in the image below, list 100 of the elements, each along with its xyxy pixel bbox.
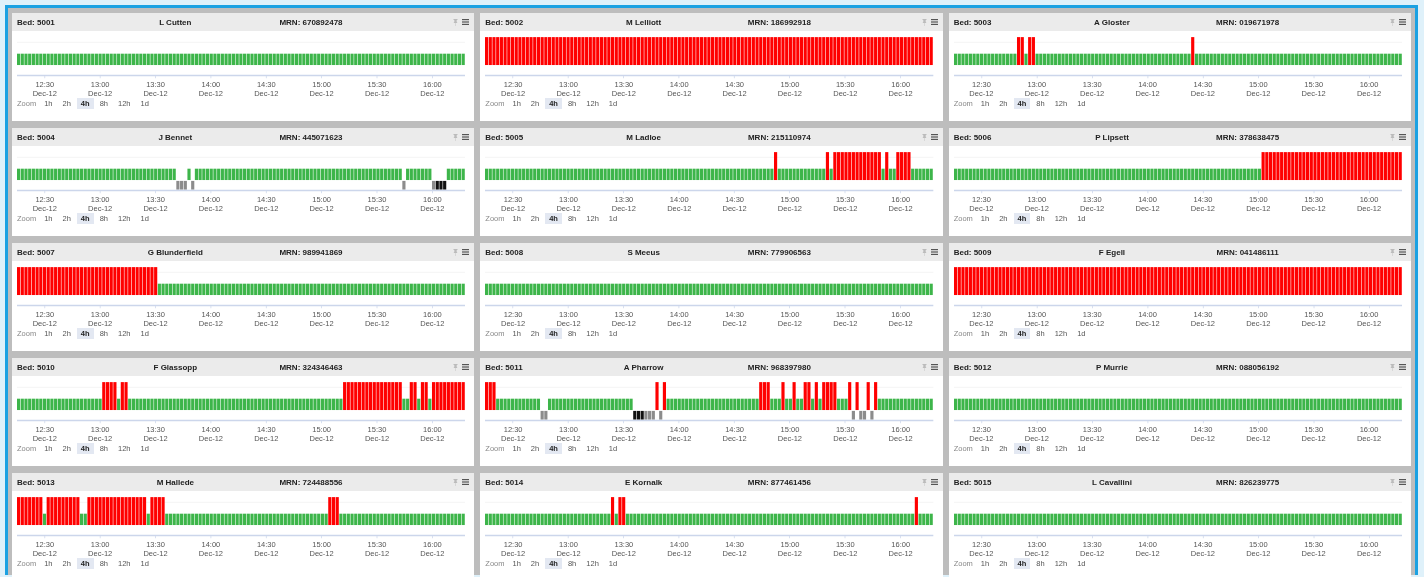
normal-segment — [778, 168, 826, 181]
normal-segment — [615, 513, 619, 526]
mrn-number: MRN: 877461456 — [747, 477, 811, 487]
alarm-segment — [120, 382, 128, 411]
alarm-segment — [866, 382, 871, 411]
alarm-segment — [150, 497, 165, 526]
bed-number: Bed: 5011 — [485, 362, 523, 372]
gap-segment — [659, 410, 663, 420]
gap-segment — [870, 410, 874, 420]
bed-number: Bed: 5012 — [953, 362, 992, 372]
alarm-segment — [915, 497, 919, 526]
alarm-segment — [896, 152, 911, 181]
alarm-segment — [102, 382, 117, 411]
normal-segment — [406, 168, 432, 181]
menu-icon[interactable] — [1399, 364, 1406, 370]
dark-gap-segment — [633, 410, 645, 420]
patient-name: G Blunderfield — [147, 247, 203, 257]
menu-icon[interactable] — [1399, 249, 1406, 255]
patient-name: M Lelliott — [626, 17, 662, 27]
alarm-segment — [485, 382, 496, 411]
menu-icon[interactable] — [462, 479, 470, 485]
alarm-segment — [1016, 37, 1024, 66]
patient-name: E Kornalk — [624, 477, 663, 487]
menu-icon[interactable] — [1399, 19, 1406, 25]
gap-segment — [402, 180, 406, 190]
bed-number: Bed: 5006 — [953, 132, 992, 142]
patient-name: S Meeus — [627, 247, 660, 257]
mrn-number: MRN: 779906563 — [747, 247, 811, 257]
mrn-number: MRN: 019671978 — [1216, 17, 1280, 27]
alarm-segment — [1027, 37, 1035, 66]
patient-name: L Cavallini — [1092, 477, 1132, 487]
patient-name: P Lipsett — [1095, 132, 1129, 142]
patient-name: P Murrie — [1096, 362, 1128, 372]
normal-segment — [953, 53, 1017, 66]
normal-segment — [80, 513, 87, 526]
mrn-number: MRN: 670892478 — [279, 17, 343, 27]
bed-number: Bed: 5010 — [17, 362, 55, 372]
mrn-number: MRN: 041486111 — [1216, 247, 1279, 257]
normal-segment — [881, 168, 885, 181]
menu-icon[interactable] — [930, 19, 938, 25]
bed-number: Bed: 5008 — [485, 247, 524, 257]
alarm-segment — [792, 382, 796, 411]
bed-number: Bed: 5014 — [485, 477, 524, 487]
mrn-number: MRN: 378638475 — [1216, 132, 1280, 142]
mrn-number: MRN: 826239775 — [1216, 477, 1280, 487]
patient-name: F Glassopp — [153, 362, 198, 372]
menu-icon[interactable] — [930, 249, 938, 255]
menu-icon[interactable] — [930, 134, 938, 140]
alarm-segment — [833, 152, 882, 181]
normal-segment — [889, 168, 897, 181]
alarm-segment — [17, 497, 43, 526]
alarm-segment — [655, 382, 659, 411]
mrn-number: MRN: 968397980 — [747, 362, 811, 372]
normal-segment — [402, 398, 410, 411]
menu-icon[interactable] — [930, 364, 938, 370]
menu-icon[interactable] — [930, 479, 938, 485]
alarm-segment — [855, 382, 859, 411]
menu-icon[interactable] — [462, 19, 470, 25]
bed-number: Bed: 5007 — [17, 247, 55, 257]
alarm-segment — [420, 382, 428, 411]
normal-segment — [496, 398, 541, 411]
normal-segment — [829, 168, 834, 181]
alarm-segment — [87, 497, 147, 526]
alarm-segment — [803, 382, 811, 411]
normal-segment — [117, 398, 121, 411]
gap-segment — [852, 410, 856, 420]
normal-segment — [811, 398, 815, 411]
bed-number: Bed: 5015 — [953, 477, 992, 487]
alarm-segment — [759, 382, 771, 411]
bed-number: Bed: 5013 — [17, 477, 55, 487]
patient-name: M Hallede — [156, 477, 194, 487]
bed-number: Bed: 5009 — [953, 247, 992, 257]
mrn-number: MRN: 724488556 — [279, 477, 343, 487]
alarm-segment — [781, 382, 785, 411]
patient-name: A Pharrow — [623, 362, 664, 372]
gap-segment — [540, 410, 548, 420]
alarm-segment — [826, 152, 830, 181]
patient-name: L Cutten — [159, 17, 192, 27]
bed-number: Bed: 5002 — [485, 17, 524, 27]
alarm-segment — [822, 382, 837, 411]
alarm-segment — [848, 382, 852, 411]
normal-segment — [1024, 53, 1028, 66]
menu-icon[interactable] — [1399, 134, 1406, 140]
normal-segment — [42, 513, 47, 526]
alarm-segment — [618, 497, 626, 526]
menu-icon[interactable] — [1399, 479, 1406, 485]
menu-icon[interactable] — [462, 134, 470, 140]
menu-icon[interactable] — [462, 249, 470, 255]
gap-segment — [191, 180, 195, 190]
alarm-segment — [874, 382, 878, 411]
bed-number: Bed: 5005 — [485, 132, 524, 142]
menu-icon[interactable] — [462, 364, 470, 370]
normal-segment — [878, 398, 934, 411]
normal-segment — [446, 168, 465, 181]
normal-segment — [428, 398, 432, 411]
patient-name: J Bennet — [158, 132, 193, 142]
normal-segment — [770, 398, 782, 411]
alarm-segment — [46, 497, 80, 526]
bed-number: Bed: 5001 — [17, 17, 55, 27]
mrn-number: MRN: 324346463 — [279, 362, 343, 372]
